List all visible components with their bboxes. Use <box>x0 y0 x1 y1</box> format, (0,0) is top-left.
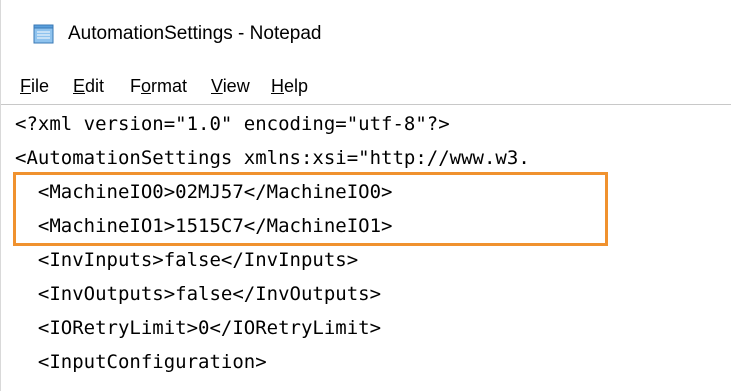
menu-edit[interactable]: Edit <box>73 76 104 97</box>
menu-format[interactable]: Format <box>130 76 187 97</box>
window-title: AutomationSettings - Notepad <box>68 23 322 44</box>
menu-file[interactable]: File <box>20 76 49 97</box>
menu-file-label: ile <box>31 76 50 96</box>
menu-view-label: iew <box>222 76 250 96</box>
editor-line: <?xml version="1.0" encoding="utf-8"?> <box>15 113 450 135</box>
menu-edit-accel: E <box>73 76 86 96</box>
menu-edit-label: dit <box>85 76 105 96</box>
notepad-icon <box>33 24 54 44</box>
menu-file-accel: F <box>20 76 31 96</box>
text-editor-area[interactable]: <?xml version="1.0" encoding="utf-8"?> <… <box>1 104 731 391</box>
menu-help-label: elp <box>284 76 309 96</box>
editor-line: <AutomationSettings xmlns:xsi="http://ww… <box>15 147 530 169</box>
menu-view-accel: V <box>211 76 223 96</box>
editor-line: <IORetryLimit>0</IORetryLimit> <box>15 317 382 339</box>
menu-view[interactable]: View <box>211 76 250 97</box>
editor-line: <InputConfiguration> <box>15 351 267 373</box>
notepad-window: AutomationSettings - Notepad File Edit F… <box>0 0 731 391</box>
editor-line: <MachineIO0>02MJ57</MachineIO0> <box>15 181 393 203</box>
menu-format-accel: o <box>141 76 152 96</box>
editor-line: <InvOutputs>false</InvOutputs> <box>15 283 382 305</box>
editor-line: <MachineIO1>1515C7</MachineIO1> <box>15 215 393 237</box>
menu-bar: File Edit Format View Help <box>1 70 731 104</box>
menu-format-label: rmat <box>151 76 188 96</box>
menu-format-pre: F <box>130 76 141 96</box>
menu-help[interactable]: Help <box>271 76 308 97</box>
editor-line: <InvInputs>false</InvInputs> <box>15 249 359 271</box>
menu-help-accel: H <box>271 76 284 96</box>
title-bar[interactable]: AutomationSettings - Notepad <box>1 0 731 70</box>
